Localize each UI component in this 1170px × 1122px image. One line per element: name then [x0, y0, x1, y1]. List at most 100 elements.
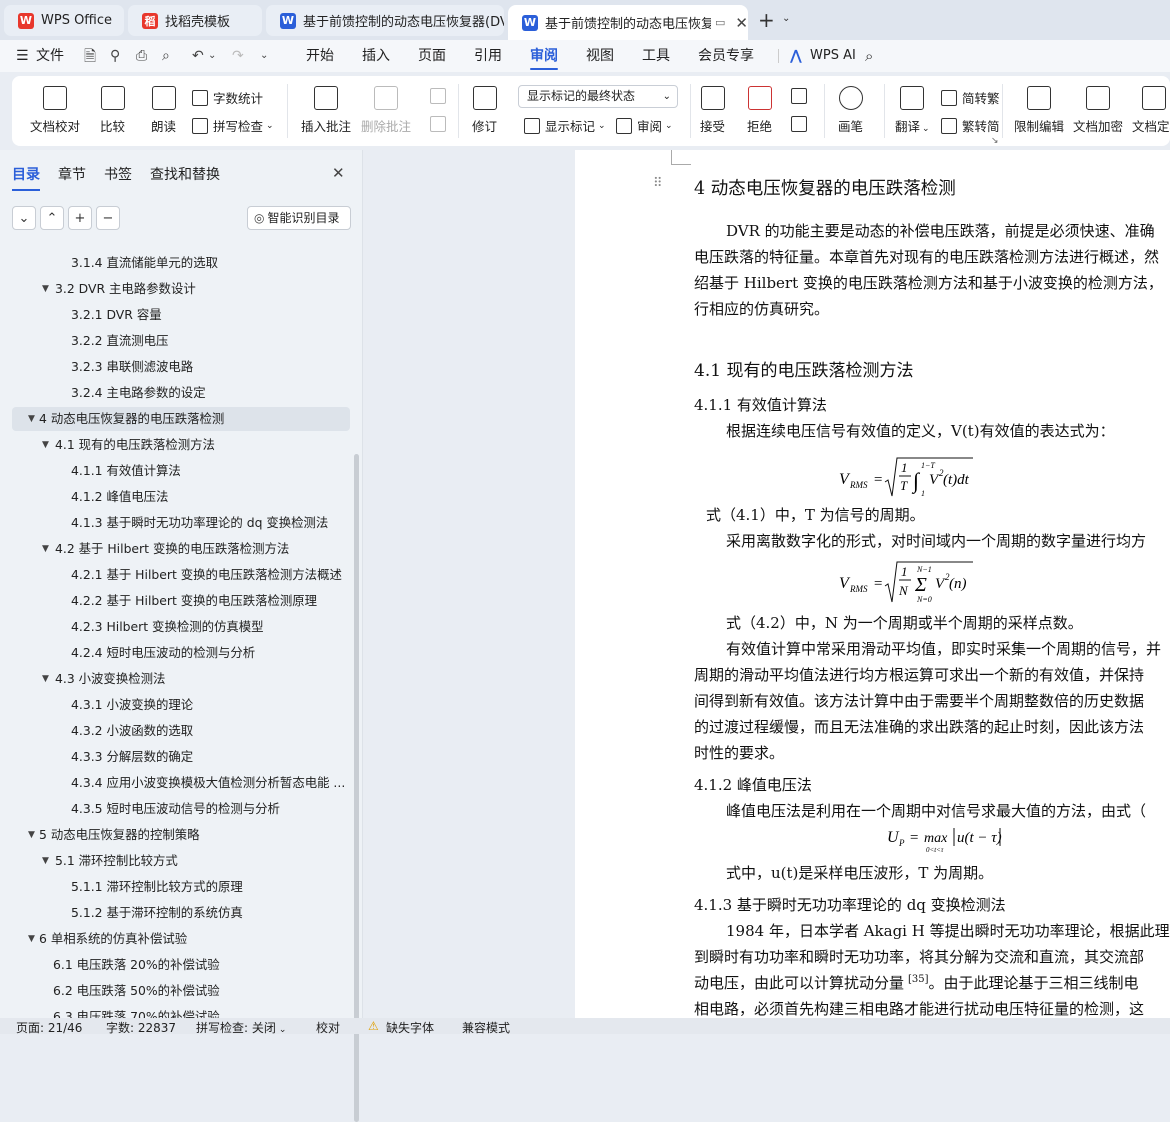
- save-icon[interactable]: 🗎: [84, 40, 96, 72]
- page-indicator[interactable]: 页面: 21/46: [16, 1019, 82, 1036]
- toc-item[interactable]: 3.2.4 主电路参数的设定: [12, 381, 350, 405]
- expand-caret-icon[interactable]: ▼: [42, 277, 49, 301]
- delete-comment-button[interactable]: 删除批注: [361, 86, 411, 135]
- tab-docer[interactable]: 稻 找稻壳模板: [128, 5, 262, 36]
- toc-item[interactable]: 6.2 电压跌落 50%的补偿试验: [12, 979, 350, 1003]
- toc-item[interactable]: ▼ 4.1 现有的电压跌落检测方法: [12, 433, 350, 457]
- proofread-button[interactable]: 文档校对: [30, 86, 80, 135]
- proof-status[interactable]: 校对: [316, 1019, 340, 1036]
- undo-icon[interactable]: ↶: [192, 40, 204, 72]
- accept-button[interactable]: 接受: [700, 86, 725, 135]
- menu-insert[interactable]: 插入: [362, 40, 390, 72]
- toc-item[interactable]: 4.1.3 基于瞬时无功功率理论的 dq 变换检测法: [12, 511, 350, 535]
- dialog-launcher-icon[interactable]: ↘: [991, 136, 999, 146]
- toc-item[interactable]: 3.2.1 DVR 容量: [12, 303, 350, 327]
- toc-item[interactable]: 4.3.1 小波变换的理论: [12, 693, 350, 717]
- toc-item[interactable]: 5.1.1 滞环控制比较方式的原理: [12, 875, 350, 899]
- toc-item[interactable]: 4.2.1 基于 Hilbert 变换的电压跌落检测方法概述: [12, 563, 350, 587]
- menu-view[interactable]: 视图: [586, 40, 614, 72]
- next-comment-icon[interactable]: [430, 116, 451, 132]
- drag-handle-icon[interactable]: ⠿: [653, 176, 663, 191]
- toc-item[interactable]: 4.3.3 分解层数的确定: [12, 745, 350, 769]
- collapse-all-icon[interactable]: ⌄: [12, 206, 36, 230]
- expand-caret-icon[interactable]: ▼: [42, 849, 49, 873]
- prev-comment-icon[interactable]: [430, 88, 451, 104]
- expand-caret-icon[interactable]: ▼: [42, 433, 49, 457]
- insert-comment-button[interactable]: 插入批注: [301, 86, 351, 135]
- menu-review[interactable]: 审阅: [530, 40, 558, 72]
- file-menu[interactable]: 文件: [36, 40, 64, 72]
- next-change-icon[interactable]: [791, 116, 812, 132]
- wps-ai-button[interactable]: WPS AI: [810, 40, 856, 72]
- compare-button[interactable]: 比较: [100, 86, 125, 135]
- expand-caret-icon[interactable]: ▼: [42, 537, 49, 561]
- ink-button[interactable]: 画笔: [838, 86, 863, 135]
- share-icon[interactable]: ⚲: [110, 40, 120, 72]
- track-changes-button[interactable]: 修订: [472, 86, 497, 135]
- print-icon[interactable]: ⎙: [136, 40, 147, 72]
- search-icon[interactable]: ⌕: [865, 40, 873, 72]
- toc-item[interactable]: ▼ 3.2 DVR 主电路参数设计: [12, 277, 350, 301]
- to-simplified-button[interactable]: 繁转简: [941, 116, 1000, 135]
- finalize-button[interactable]: 文档定稿: [1132, 86, 1170, 135]
- missing-font-status[interactable]: 缺失字体: [386, 1019, 434, 1036]
- spell-check-button[interactable]: 拼写检查 ⌄: [192, 116, 274, 135]
- menu-start[interactable]: 开始: [306, 40, 334, 72]
- menu-page[interactable]: 页面: [418, 40, 446, 72]
- toc-item[interactable]: 5.1.2 基于滞环控制的系统仿真: [12, 901, 350, 925]
- toc-item[interactable]: 6.1 电压跌落 20%的补偿试验: [12, 953, 350, 977]
- word-count-indicator[interactable]: 字数: 22837: [106, 1019, 176, 1036]
- encrypt-button[interactable]: 文档加密: [1073, 86, 1123, 135]
- menu-membership[interactable]: 会员专享: [698, 40, 754, 72]
- close-tab-icon[interactable]: ✕: [735, 14, 748, 32]
- toc-item[interactable]: 3.2.2 直流测电压: [12, 329, 350, 353]
- tab-wps-office[interactable]: W WPS Office: [4, 5, 124, 36]
- toc-item[interactable]: 4.2.2 基于 Hilbert 变换的电压跌落检测原理: [12, 589, 350, 613]
- smart-toc-button[interactable]: ◎ 智能识别目录: [247, 206, 351, 230]
- toc-item[interactable]: 3.2.3 串联侧滤波电路: [12, 355, 350, 379]
- toc-item[interactable]: ▼ 4.2 基于 Hilbert 变换的电压跌落检测方法: [12, 537, 350, 561]
- nav-tab-toc[interactable]: 目录: [12, 164, 40, 191]
- toc-item[interactable]: 3.1.4 直流储能单元的选取: [12, 251, 350, 275]
- spell-check-status[interactable]: 拼写检查: 关闭 ⌄: [196, 1019, 286, 1036]
- expand-caret-icon[interactable]: ▼: [42, 667, 49, 691]
- print-preview-icon[interactable]: ⌕: [162, 40, 170, 72]
- more-chevron-icon[interactable]: ⌄: [260, 40, 268, 72]
- nav-tab-chapters[interactable]: 章节: [58, 164, 86, 184]
- expand-up-icon[interactable]: ⌃: [40, 206, 64, 230]
- to-traditional-button[interactable]: 简转繁: [941, 88, 1000, 107]
- expand-caret-icon[interactable]: ▼: [28, 927, 35, 951]
- hamburger-menu-icon[interactable]: ☰: [16, 40, 29, 72]
- prev-change-icon[interactable]: [791, 88, 812, 104]
- toc-item[interactable]: ▼ 6 单相系统的仿真补偿试验: [12, 927, 350, 951]
- toc-item[interactable]: ▼ 5 动态电压恢复器的控制策略: [12, 823, 350, 847]
- toc-item[interactable]: 4.1.2 峰值电压法: [12, 485, 350, 509]
- nav-tab-find-replace[interactable]: 查找和替换: [150, 164, 220, 184]
- undo-dropdown-icon[interactable]: ⌄: [208, 40, 216, 72]
- toc-item[interactable]: 4.3.4 应用小波变换模极大值检测分析暂态电能 ...: [12, 771, 350, 795]
- toc-item[interactable]: ▼ 4.3 小波变换检测法: [12, 667, 350, 691]
- toc-item[interactable]: ▼ 4 动态电压恢复器的电压跌落检测: [12, 407, 350, 431]
- toc-item[interactable]: ▼ 5.1 滞环控制比较方式: [12, 849, 350, 873]
- show-markup-button[interactable]: 显示标记 ⌄: [524, 116, 606, 135]
- tab-document-active[interactable]: W 基于前馈控制的动态电压恢复 ▭ ✕: [508, 5, 748, 40]
- expand-caret-icon[interactable]: ▼: [28, 823, 35, 847]
- read-aloud-button[interactable]: 朗读: [151, 86, 176, 135]
- expand-caret-icon[interactable]: ▼: [28, 407, 35, 431]
- document-page[interactable]: ⠿ 4 动态电压恢复器的电压跌落检测 DVR 的功能主要是动态的补偿电压跌落，前…: [575, 150, 1170, 1018]
- chevron-down-icon[interactable]: ⌄: [782, 13, 790, 24]
- new-tab-icon[interactable]: +: [758, 8, 775, 32]
- word-count-button[interactable]: 字数统计: [192, 88, 263, 107]
- toc-item[interactable]: 4.2.4 短时电压波动的检测与分析: [12, 641, 350, 665]
- remove-heading-icon[interactable]: −: [96, 206, 120, 230]
- tab-document-1[interactable]: W 基于前馈控制的动态电压恢复器(DVR): [266, 5, 504, 36]
- toc-item[interactable]: 4.1.1 有效值计算法: [12, 459, 350, 483]
- menu-tools[interactable]: 工具: [642, 40, 670, 72]
- add-heading-icon[interactable]: +: [68, 206, 92, 230]
- toc-item[interactable]: 4.2.3 Hilbert 变换检测的仿真模型: [12, 615, 350, 639]
- markup-state-select[interactable]: 显示标记的最终状态 ⌄: [518, 85, 678, 108]
- toc-item[interactable]: 4.3.5 短时电压波动信号的检测与分析: [12, 797, 350, 821]
- restrict-edit-button[interactable]: 限制编辑: [1014, 86, 1064, 135]
- review-pane-button[interactable]: 审阅 ⌄: [616, 116, 673, 135]
- redo-icon[interactable]: ↷: [232, 40, 244, 72]
